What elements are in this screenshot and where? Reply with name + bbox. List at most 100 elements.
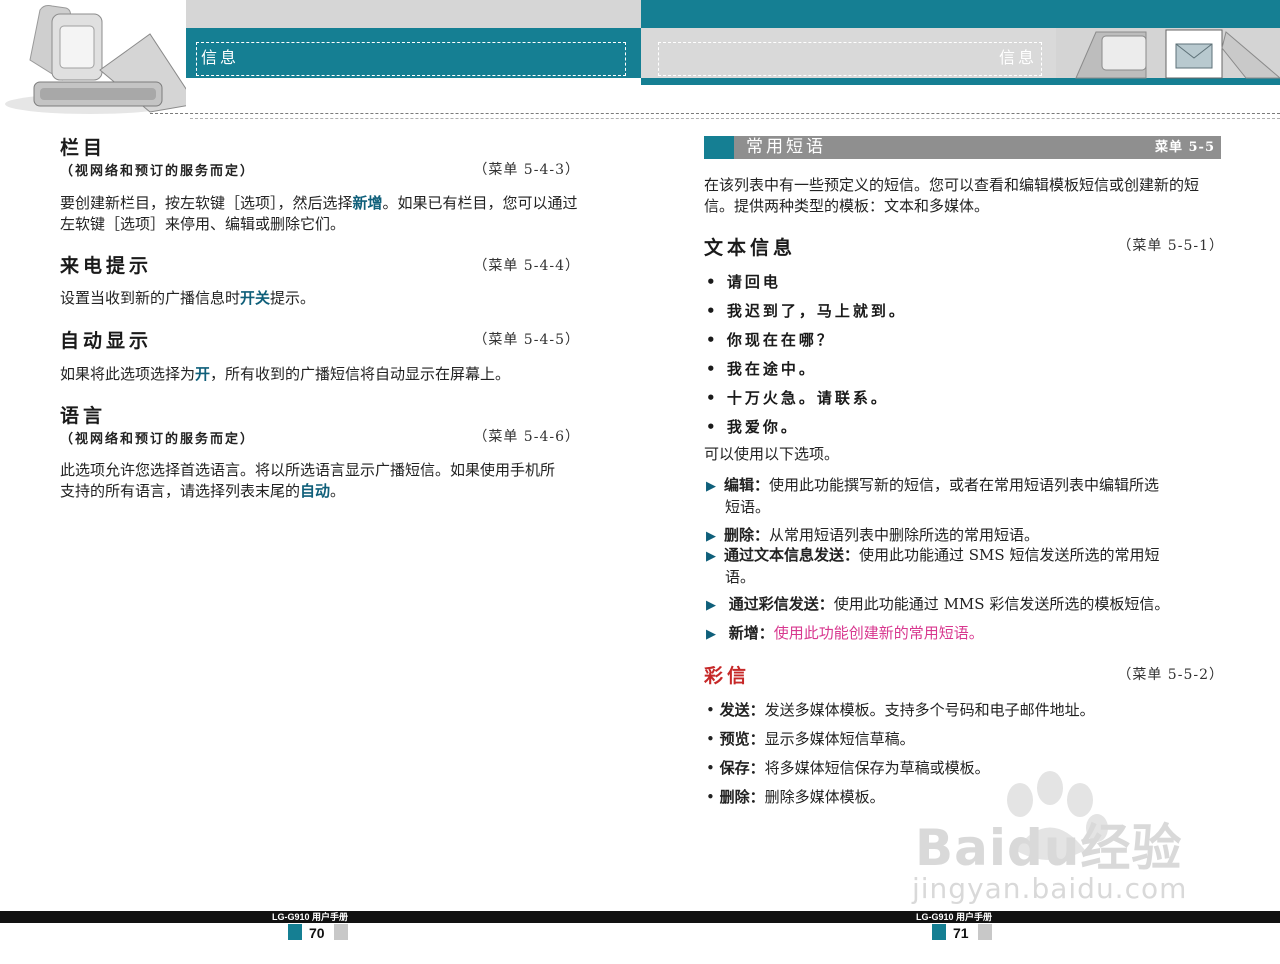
- triangle-bullet-icon: ▶: [706, 479, 716, 494]
- triangle-bullet-icon: ▶: [706, 549, 716, 564]
- phrase-bullet: • 你现在在哪？: [706, 331, 835, 349]
- phrase-text: 请回电: [726, 273, 781, 291]
- mms-item-text: 将多媒体短信保存为草稿或模板。: [764, 759, 990, 777]
- phone-illustration-right: [1056, 28, 1280, 79]
- body-highlight: 自动: [300, 482, 331, 500]
- phrase-bullet: • 我在途中。: [706, 360, 817, 378]
- section-bar-changyong-duanyu: 常用短语 菜单 5-5: [704, 136, 1221, 159]
- triangle-bullet-icon: ▶: [706, 529, 716, 544]
- option-text: 使用此功能创建新的常用短语。: [773, 624, 984, 642]
- mms-item: • 预览：显示多媒体短信草稿。: [706, 730, 915, 748]
- header-dashed-rule-2: [190, 118, 1280, 119]
- phrase-bullet: • 十万火急。请联系。: [706, 389, 889, 407]
- menu-ref-5-5-2: （菜单 5-5-2）: [1117, 667, 1224, 683]
- phrase-bullet: • 请回电: [706, 273, 781, 291]
- section-title-lanmu: 栏目: [60, 137, 107, 159]
- section-bar-menu-ref: 菜单 5-5: [1154, 140, 1215, 155]
- option-item: ▶ 通过彩信发送：使用此功能通过 MMS 彩信发送所选的模板短信。: [706, 594, 1226, 616]
- intro-paragraph: 在该列表中有一些预定义的短信。您可以查看和编辑模板短信或创建新的短信。提供两种类…: [704, 176, 1200, 215]
- section-title-caixin: 彩信: [704, 665, 751, 687]
- menu-ref-5-4-6: （菜单 5-4-6）: [473, 429, 580, 445]
- option-text: 使用此功能通过 MMS 彩信发送所选的模板短信。: [833, 595, 1170, 613]
- page-marker-teal: [932, 924, 946, 940]
- footer-manual-label-right: LG-G910 用户手册: [916, 912, 993, 922]
- page-number-right: 71: [953, 925, 969, 941]
- menu-ref-5-4-4: （菜单 5-4-4）: [473, 258, 580, 274]
- mms-item: • 删除：删除多媒体模板。: [706, 788, 885, 806]
- phrase-bullet: • 我爱你。: [706, 418, 799, 436]
- section-subtitle-lanmu: （视网络和预订的服务而定）: [60, 164, 256, 179]
- body-highlight: 开: [195, 365, 211, 383]
- body-text: ，所有收到的广播短信将自动显示在屏幕上。: [210, 365, 511, 383]
- option-text-cont: 短语。: [725, 498, 771, 516]
- menu-ref-5-4-3: （菜单 5-4-3）: [473, 162, 580, 178]
- section-title-yuyan: 语言: [60, 405, 107, 427]
- phrase-text: 你现在在哪？: [726, 331, 835, 349]
- body-highlight: 新增: [352, 194, 383, 212]
- options-intro: 可以使用以下选项。: [704, 445, 840, 463]
- option-label: 新增：: [728, 624, 774, 642]
- page-marker-grey: [978, 924, 992, 940]
- option-text: 使用此功能撰写新的短信，或者在常用短语列表中编辑所选: [769, 476, 1160, 494]
- header-tab-left-label: 信息: [201, 48, 240, 67]
- phrase-text: 我爱你。: [726, 418, 799, 436]
- triangle-bullet-icon: ▶: [706, 598, 716, 613]
- section-title-wenben-xinxi: 文本信息: [704, 237, 797, 259]
- header-left-grey-band: [186, 0, 641, 28]
- mms-item-label: 预览：: [719, 730, 765, 748]
- section-body-yuyan: 此选项允许您选择首选语言。将以所选语言显示广播短信。如果使用手机所支持的所有语言…: [60, 460, 565, 502]
- option-item: ▶ 通过文本信息发送：使用此功能通过 SMS 短信发送所选的常用短 语。: [706, 545, 1226, 587]
- option-label: 通过文本信息发送：: [724, 546, 860, 564]
- option-label: 通过彩信发送：: [728, 595, 834, 613]
- watermark-url: jingyan.baidu.com: [912, 872, 1188, 905]
- section-subtitle-yuyan: （视网络和预订的服务而定）: [60, 432, 256, 447]
- body-text: 要创建新栏目，按左软键［选项］，然后选择: [60, 194, 353, 212]
- option-text: 使用此功能通过 SMS 短信发送所选的常用短: [859, 546, 1160, 564]
- menu-ref-5-4-5: （菜单 5-4-5）: [473, 332, 580, 348]
- option-text: 从常用短语列表中删除所选的常用短语。: [769, 526, 1040, 544]
- header-tab-right: 信息: [658, 42, 1042, 76]
- menu-ref-5-5-1: （菜单 5-5-1）: [1117, 238, 1224, 254]
- body-text: 如果将此选项选择为: [60, 365, 196, 383]
- body-highlight: 开关: [240, 289, 271, 307]
- header-tab-left: 信息: [196, 42, 626, 76]
- section-bar-title: 常用短语: [746, 137, 826, 157]
- option-item: ▶ 新增：使用此功能创建新的常用短语。: [706, 623, 1226, 645]
- option-item: ▶ 删除：从常用短语列表中删除所选的常用短语。: [706, 525, 1226, 547]
- mms-item-text: 删除多媒体模板。: [764, 788, 885, 806]
- body-text: 。: [330, 482, 346, 500]
- mms-item-label: 发送：: [719, 701, 765, 719]
- header-right-teal-top: [641, 0, 1280, 28]
- page-number-left: 70: [309, 925, 325, 941]
- triangle-bullet-icon: ▶: [706, 627, 716, 642]
- page-marker-teal: [288, 924, 302, 940]
- header-tab-right-label: 信息: [998, 48, 1037, 67]
- section-body-lanmu: 要创建新栏目，按左软键［选项］，然后选择新增。如果已有栏目，您可以通过左软键［选…: [60, 193, 580, 235]
- phrase-text: 我在途中。: [726, 360, 817, 378]
- mms-item: • 保存：将多媒体短信保存为草稿或模板。: [706, 759, 990, 777]
- body-text: 提示。: [270, 289, 316, 307]
- mms-item-text: 发送多媒体模板。支持多个号码和电子邮件地址。: [764, 701, 1095, 719]
- section-title-laidian-tishi: 来电提示: [60, 255, 153, 277]
- phrase-text: 我迟到了，马上就到。: [726, 302, 907, 320]
- mms-item-label: 删除：: [719, 788, 765, 806]
- phrase-bullet: • 我迟到了，马上就到。: [706, 302, 907, 320]
- option-label: 删除：: [724, 526, 770, 544]
- section-body-zidong-xianshi: 如果将此选项选择为开，所有收到的广播短信将自动显示在屏幕上。: [60, 364, 580, 385]
- header-dashed-rule: [150, 113, 1280, 114]
- mms-item-label: 保存：: [719, 759, 765, 777]
- page-marker-grey: [334, 924, 348, 940]
- option-label: 编辑：: [724, 476, 770, 494]
- phone-illustration-left: [0, 0, 186, 115]
- mms-item-text: 显示多媒体短信草稿。: [764, 730, 915, 748]
- body-text: 设置当收到新的广播信息时: [60, 289, 241, 307]
- mms-item: • 发送：发送多媒体模板。支持多个号码和电子邮件地址。: [706, 701, 1095, 719]
- section-bar-marker: [704, 136, 734, 159]
- watermark-brand: Baidu经验: [915, 819, 1183, 877]
- footer-manual-label-left: LG-G910 用户手册: [272, 912, 349, 922]
- section-title-zidong-xianshi: 自动显示: [60, 330, 153, 352]
- phrase-text: 十万火急。请联系。: [726, 389, 889, 407]
- option-text-cont: 语。: [725, 568, 756, 586]
- section-body-laidian-tishi: 设置当收到新的广播信息时开关提示。: [60, 288, 580, 309]
- option-item: ▶ 编辑：使用此功能撰写新的短信，或者在常用短语列表中编辑所选 短语。: [706, 475, 1226, 517]
